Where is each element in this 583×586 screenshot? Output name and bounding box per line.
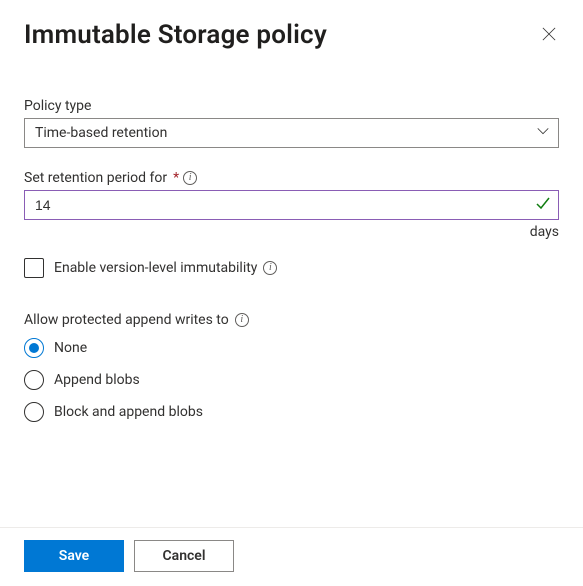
retention-input-wrap xyxy=(24,190,559,220)
immutable-storage-policy-panel: Immutable Storage policy Policy type Tim… xyxy=(0,0,583,586)
policy-type-label-text: Policy type xyxy=(24,98,91,114)
close-button[interactable] xyxy=(539,26,559,46)
close-icon xyxy=(542,27,556,45)
cancel-button[interactable]: Cancel xyxy=(134,540,234,572)
append-writes-label: Allow protected append writes to i xyxy=(24,312,559,328)
version-immutability-label-text: Enable version-level immutability xyxy=(54,260,257,276)
info-icon[interactable]: i xyxy=(263,261,277,275)
radio-button xyxy=(24,402,44,422)
radio-button xyxy=(24,370,44,390)
version-immutability-label: Enable version-level immutability i xyxy=(54,260,277,276)
radio-button xyxy=(24,338,44,358)
append-writes-label-text: Allow protected append writes to xyxy=(24,312,229,328)
panel-title: Immutable Storage policy xyxy=(24,20,327,50)
retention-label: Set retention period for * i xyxy=(24,170,559,186)
retention-label-text: Set retention period for xyxy=(24,170,167,186)
radio-option-block-append[interactable]: Block and append blobs xyxy=(24,402,559,422)
info-icon[interactable]: i xyxy=(183,171,197,185)
radio-label: Append blobs xyxy=(54,372,140,388)
retention-input[interactable] xyxy=(24,190,559,220)
retention-unit: days xyxy=(24,224,559,240)
radio-option-none[interactable]: None xyxy=(24,338,559,358)
policy-type-value: Time-based retention xyxy=(35,125,167,141)
radio-dot-icon xyxy=(29,343,39,353)
required-indicator: * xyxy=(173,170,179,186)
panel-footer: Save Cancel xyxy=(0,527,583,586)
save-button[interactable]: Save xyxy=(24,540,124,572)
info-icon[interactable]: i xyxy=(235,313,249,327)
chevron-down-icon xyxy=(536,124,550,142)
radio-label: Block and append blobs xyxy=(54,404,203,420)
panel-header: Immutable Storage policy xyxy=(24,20,559,50)
version-immutability-checkbox[interactable] xyxy=(24,258,44,278)
policy-type-select[interactable]: Time-based retention xyxy=(24,118,559,148)
version-immutability-row: Enable version-level immutability i xyxy=(24,258,559,278)
radio-label: None xyxy=(54,340,87,356)
policy-type-label: Policy type xyxy=(24,98,559,114)
checkmark-icon xyxy=(535,195,551,215)
radio-option-append[interactable]: Append blobs xyxy=(24,370,559,390)
